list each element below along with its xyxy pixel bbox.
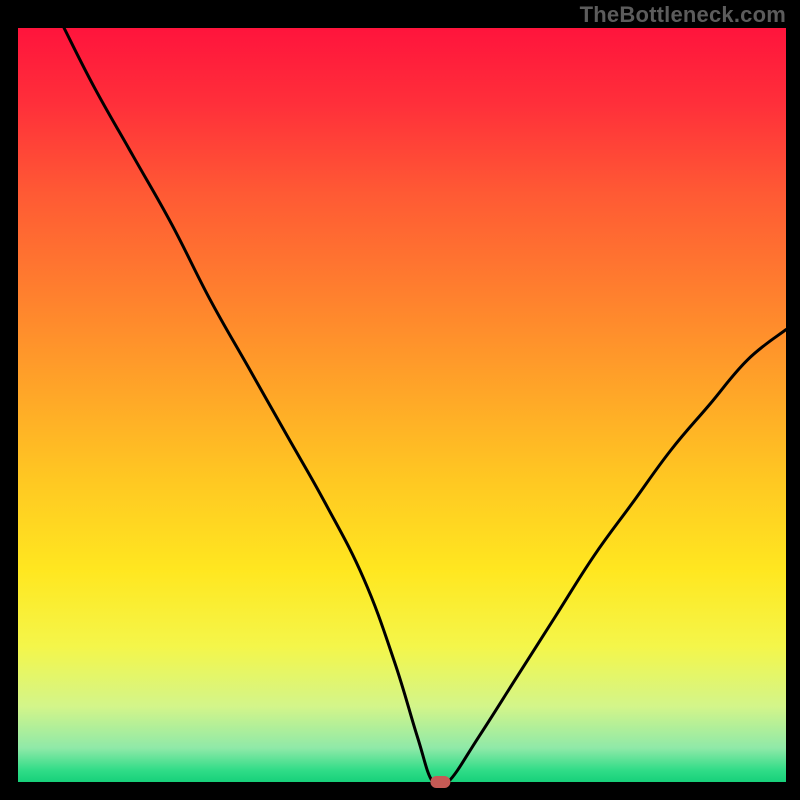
plot-background bbox=[18, 28, 786, 782]
min-marker bbox=[430, 776, 450, 788]
watermark-text: TheBottleneck.com bbox=[580, 2, 786, 28]
chart-stage: TheBottleneck.com bbox=[0, 0, 800, 800]
bottleneck-chart bbox=[0, 0, 800, 800]
